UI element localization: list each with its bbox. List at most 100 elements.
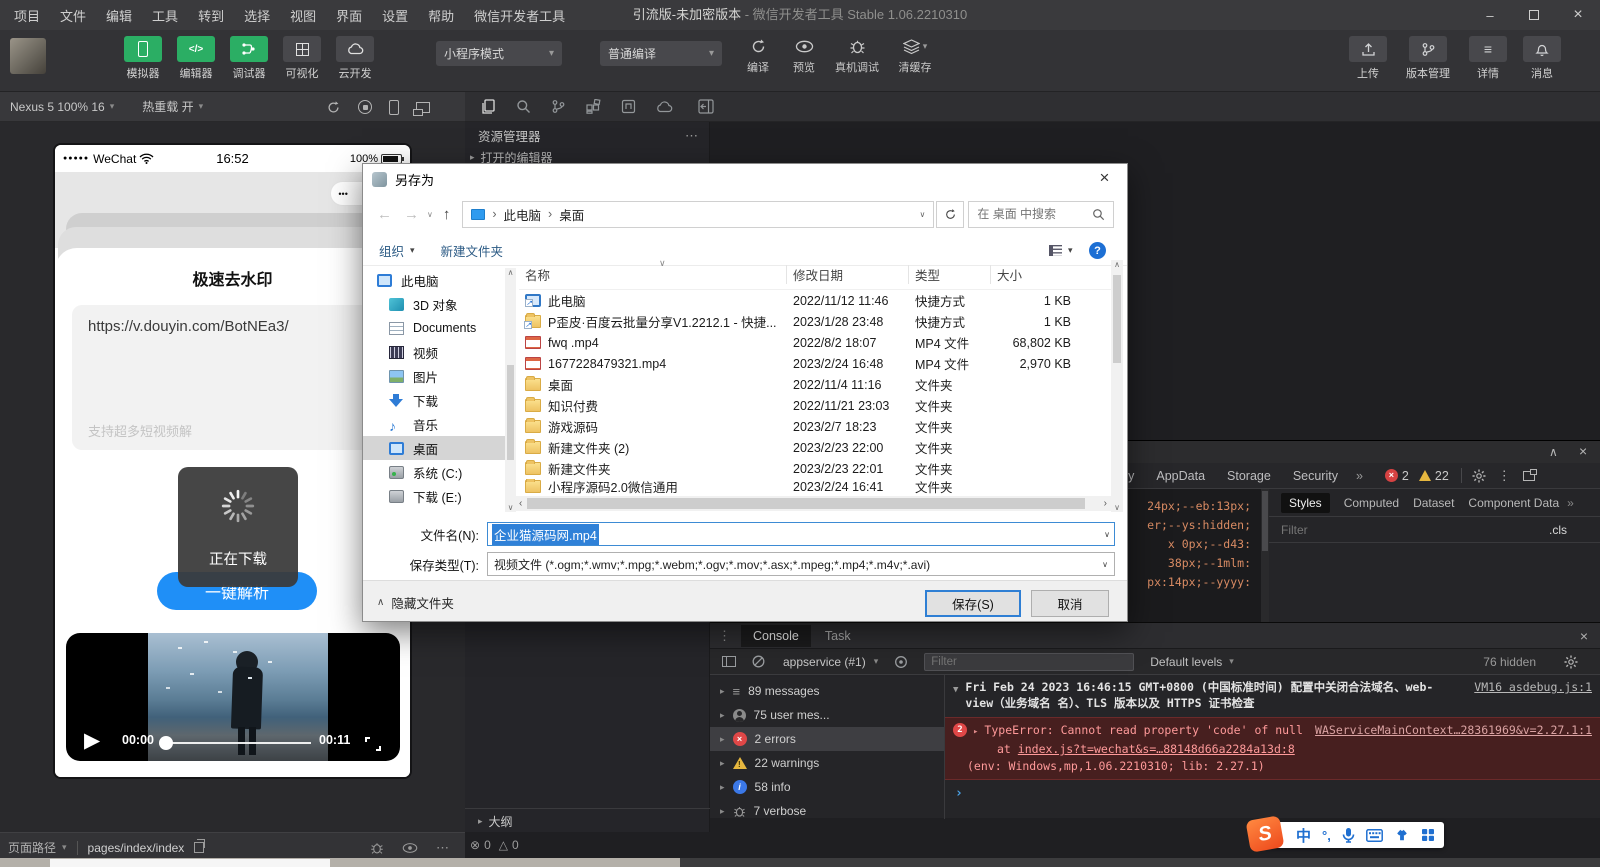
file-row[interactable]: 知识付费 2022/11/21 23:03 文件夹 [519, 395, 1111, 416]
debug-page-icon[interactable] [370, 841, 384, 855]
upload-button[interactable]: 上传 [1348, 36, 1388, 81]
group-user-messages[interactable]: ▸ 75 user mes... [710, 703, 944, 727]
sidebar-item-videos[interactable]: 视频 [363, 340, 505, 364]
sidebar-item-desktop[interactable]: 桌面 [363, 436, 505, 460]
group-verbose[interactable]: ▸ 7 verbose [710, 799, 944, 823]
hot-reload-select[interactable]: 热重载 开 ▾ [114, 98, 203, 115]
close-panel-icon[interactable]: × [1579, 443, 1587, 459]
sidebar-item-this-pc[interactable]: 此电脑 [363, 268, 505, 292]
group-errors[interactable]: ▸ × 2 errors [710, 727, 944, 751]
help-button[interactable]: »? [1089, 242, 1106, 259]
search-input[interactable] [977, 207, 1082, 221]
levels-select[interactable]: Default levels ▾ [1150, 655, 1234, 669]
url-input[interactable]: https://v.douyin.com/BotNEa3/ 支持超多短视频解 [72, 305, 392, 450]
extensions-icon[interactable] [586, 99, 601, 114]
menu-select[interactable]: 选择 [234, 0, 280, 30]
cloud-panel-icon[interactable] [656, 101, 673, 113]
maximize-button[interactable] [1512, 0, 1556, 30]
messages-button[interactable]: 消息 [1522, 36, 1562, 81]
panel-menu-icon[interactable]: ⋮ [718, 628, 731, 644]
view-mode-button[interactable]: ▾ [1049, 245, 1073, 256]
breadcrumb-desktop[interactable]: 桌面 [559, 205, 584, 224]
filetype-select[interactable]: 视频文件 (*.ogm;*.wmv;*.mpg;*.webm;*.ogv;*.m… [487, 552, 1115, 576]
tab-task[interactable]: Task [825, 629, 851, 643]
cls-button[interactable]: .cls [1549, 523, 1567, 537]
more-actions-icon[interactable]: ⋯ [685, 128, 698, 144]
console-settings-gear-icon[interactable] [1564, 655, 1578, 669]
sidebar-scrollbar[interactable]: ∧ ∨ [505, 268, 516, 512]
subtab-dataset[interactable]: Dataset [1413, 496, 1454, 510]
menu-edit[interactable]: 编辑 [96, 0, 142, 30]
undock-icon[interactable] [1523, 471, 1535, 481]
preview-button[interactable]: 预览 [784, 38, 824, 75]
menu-view[interactable]: 视图 [280, 0, 326, 30]
column-header-size[interactable]: 大小 [991, 265, 1081, 284]
log-row[interactable]: ▼ Fri Feb 24 2023 16:46:15 GMT+0800 (中国标… [945, 675, 1600, 713]
device-frame-icon[interactable] [389, 100, 399, 115]
details-button[interactable]: ≡ 详情 [1468, 36, 1508, 81]
organize-button[interactable]: 组织 ▾ [379, 241, 415, 260]
clear-cache-button[interactable]: ▾ 清缓存 [890, 38, 940, 75]
visualize-button[interactable]: 可视化 [279, 36, 325, 81]
toolbox-icon[interactable] [1421, 828, 1435, 842]
outline-section[interactable]: ▸ 大纲 [465, 808, 710, 834]
cancel-button[interactable]: 取消 [1031, 590, 1109, 617]
subtab-computed[interactable]: Computed [1344, 496, 1399, 510]
play-icon[interactable]: ▶ [84, 728, 100, 753]
console-prompt-icon[interactable]: › [955, 786, 963, 801]
menu-file[interactable]: 文件 [50, 0, 96, 30]
context-select[interactable]: appservice (#1) ▾ [783, 655, 878, 669]
console-eye-icon[interactable] [894, 655, 908, 669]
menu-goto[interactable]: 转到 [188, 0, 234, 30]
subtab-component-data[interactable]: Component Data [1468, 496, 1559, 510]
simulator-button[interactable]: 模拟器 [120, 36, 166, 81]
column-header-date[interactable]: 修改日期 [787, 265, 909, 284]
menu-tools[interactable]: 工具 [142, 0, 188, 30]
scroll-up-icon[interactable]: ∧ [505, 268, 516, 277]
video-player[interactable]: ▶ 00:00 00:11 [66, 633, 400, 761]
styles-scrollbar[interactable] [1261, 489, 1269, 623]
file-row[interactable]: ↗此电脑 2022/11/12 11:46 快捷方式 1 KB [519, 290, 1111, 311]
tab-appdata[interactable]: AppData [1156, 469, 1205, 483]
page-path-label[interactable]: 页面路径 [8, 839, 56, 856]
styles-filter-input[interactable] [1281, 523, 1481, 537]
nav-forward-icon[interactable]: → [404, 206, 419, 223]
sogou-logo[interactable]: S [1245, 815, 1284, 852]
more-subtabs-icon[interactable]: » [1567, 496, 1574, 510]
more-tabs-icon[interactable]: » [1356, 469, 1363, 483]
console-filter-input[interactable] [924, 653, 1134, 671]
sogou-input-bar[interactable]: S 中 °, [1256, 822, 1444, 848]
refresh-button[interactable] [936, 201, 964, 228]
collapse-log-icon[interactable]: ▼ [953, 682, 958, 711]
close-console-icon[interactable]: × [1580, 628, 1588, 644]
more-icon[interactable]: ⋯ [436, 840, 449, 856]
watch-page-icon[interactable] [402, 842, 418, 854]
real-device-debug-button[interactable]: 真机调试 [830, 38, 884, 75]
collapse-panel-icon[interactable]: ∧ [1549, 445, 1558, 459]
soft-keyboard-icon[interactable] [1366, 829, 1383, 842]
editor-button[interactable]: </> 编辑器 [173, 36, 219, 81]
scroll-left-icon[interactable]: ‹ [519, 498, 522, 509]
copy-path-icon[interactable] [194, 842, 204, 853]
minimize-button[interactable]: – [1468, 0, 1512, 30]
hide-folders-button[interactable]: ∧ 隐藏文件夹 [377, 593, 454, 612]
sidebar-item-music[interactable]: ♪音乐 [363, 412, 505, 436]
console-sidebar-toggle-icon[interactable] [722, 656, 736, 667]
save-button[interactable]: 保存(S) [925, 590, 1021, 617]
search-icon[interactable] [516, 99, 531, 114]
compile-button[interactable]: 编译 [738, 38, 778, 75]
menu-interface[interactable]: 界面 [326, 0, 372, 30]
dialog-close-button[interactable]: × [1082, 164, 1127, 192]
skin-icon[interactable] [1394, 828, 1410, 842]
clear-console-icon[interactable] [752, 655, 765, 668]
sidebar-item-3d-objects[interactable]: 3D 对象 [363, 292, 505, 316]
sidebar-item-downloads[interactable]: 下载 [363, 388, 505, 412]
file-row[interactable]: fwq .mp4 2022/8/2 18:07 MP4 文件 68,802 KB [519, 332, 1111, 353]
group-messages[interactable]: ▸ ≡ 89 messages [710, 679, 944, 703]
avatar[interactable] [10, 38, 46, 74]
address-bar[interactable]: › 此电脑 › 桌面 ∨ [462, 201, 934, 228]
nav-up-icon[interactable]: ↑ [443, 206, 451, 223]
devtools-settings-gear-icon[interactable] [1472, 469, 1486, 483]
scroll-up-icon[interactable]: ∧ [1111, 260, 1123, 269]
chinese-mode-icon[interactable]: 中 [1296, 825, 1311, 846]
